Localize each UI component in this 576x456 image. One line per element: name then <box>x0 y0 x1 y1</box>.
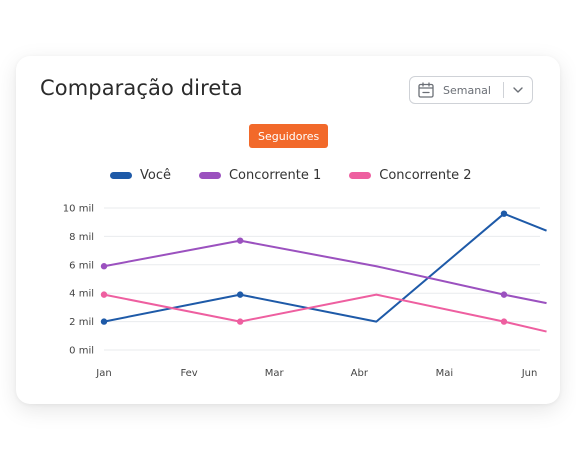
line-chart: 0 mil 2 mil 4 mil 6 mil 8 mil 10 mil Jan Fev Mar… <box>63 204 547 379</box>
series-line-3 <box>103 293 547 333</box>
data-point <box>500 318 508 325</box>
data-point <box>236 237 244 244</box>
data-point <box>500 291 508 298</box>
data-point <box>100 318 108 325</box>
comparison-card: Comparação direta Semanal Seguidores Voc… <box>16 56 560 404</box>
data-point <box>236 291 244 298</box>
x-tick-label: Mar <box>265 368 285 379</box>
y-tick-label: 4 mil <box>69 289 94 300</box>
x-tick-label: Jun <box>521 368 538 379</box>
y-tick-label: 0 mil <box>69 346 94 357</box>
data-point <box>100 291 108 298</box>
data-point <box>100 263 108 270</box>
x-tick-label: Jan <box>95 368 111 379</box>
x-tick-label: Abr <box>351 368 369 379</box>
data-point <box>500 210 508 217</box>
data-point <box>236 318 244 325</box>
y-tick-label: 10 mil <box>63 204 94 215</box>
x-tick-label: Fev <box>180 368 197 379</box>
x-tick-label: Mai <box>436 368 454 379</box>
y-tick-label: 8 mil <box>69 232 94 243</box>
series-line-2 <box>103 239 547 305</box>
y-tick-label: 6 mil <box>69 260 94 271</box>
y-tick-label: 2 mil <box>69 317 94 328</box>
